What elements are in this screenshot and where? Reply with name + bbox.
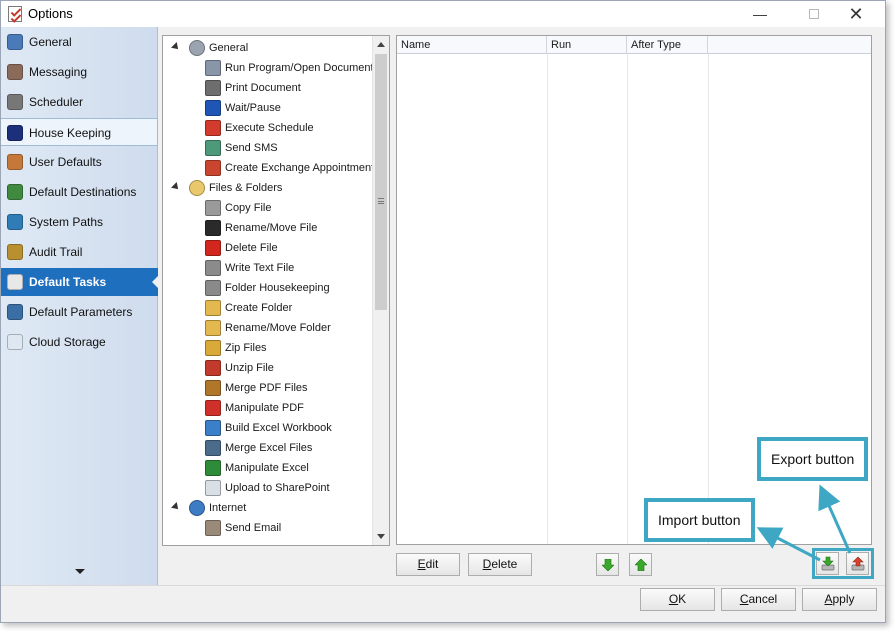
export-button-callout: Export button: [757, 437, 869, 481]
export-callout-arrow: [818, 484, 852, 554]
import-button-callout: Import button: [644, 498, 755, 542]
callout-arrows: [756, 484, 852, 562]
import-callout-arrow: [756, 527, 821, 562]
